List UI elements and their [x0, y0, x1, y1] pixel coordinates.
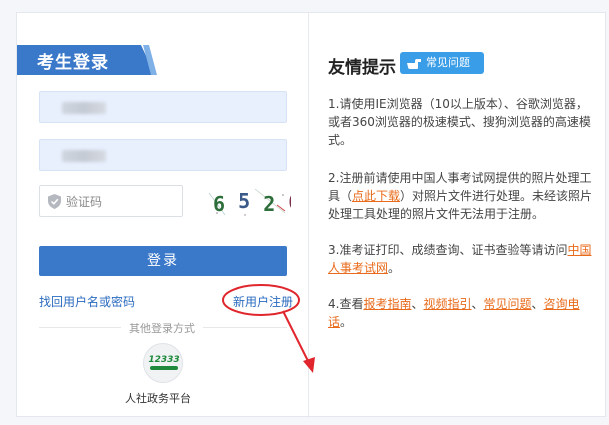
forgot-credentials-link[interactable]: 找回用户名或密码: [39, 293, 135, 310]
platform-label[interactable]: 人社政务平台: [125, 390, 191, 406]
captcha-input[interactable]: [66, 192, 176, 212]
tips-panel: 友情提示 常见问题 1.请使用IE浏览器（10以上版本）、谷歌浏览器，或者360…: [310, 13, 606, 418]
captcha-field[interactable]: [39, 185, 183, 217]
platform-logo-band: [150, 366, 178, 370]
page-background: 考生登录 验证码 6 5 2 登录 找回用户名或密码 新用户注册 其他登录方式 …: [0, 0, 609, 425]
login-button[interactable]: 登录: [39, 246, 287, 276]
tip-4-text-b: 。: [340, 315, 353, 329]
tip-1: 1.请使用IE浏览器（10以上版本）、谷歌浏览器，或者360浏览器的极速模式、搜…: [328, 97, 591, 147]
other-login-label: 其他登录方式: [121, 320, 203, 336]
captcha-image[interactable]: 6 5 2 6 9: [205, 185, 325, 219]
tip-3-text-a: 3.准考证打印、成绩查询、证书查验等请访问: [328, 243, 568, 257]
password-value-blurred: [62, 150, 106, 162]
platform-logo[interactable]: 12333: [143, 343, 183, 383]
faq-label: 常见问题: [426, 56, 470, 69]
tip-4-text-a: 4.查看: [328, 297, 364, 311]
captcha-char-4: 6: [288, 190, 291, 214]
login-card: 考生登录 验证码 6 5 2 登录 找回用户名或密码 新用户注册 其他登录方式 …: [16, 12, 606, 418]
exam-guide-link[interactable]: 报考指南: [363, 297, 411, 311]
shield-icon: [48, 194, 61, 213]
login-title-banner: 考生登录: [17, 45, 157, 75]
video-guide-link[interactable]: 视频指引: [423, 297, 471, 311]
captcha-char-1: 6: [213, 192, 225, 216]
username-field[interactable]: [39, 91, 287, 123]
faq-button[interactable]: 常见问题: [400, 52, 484, 74]
tip-2: 2.注册前请使用中国人事考试网提供的照片处理工具（点此下载）对照片文件进行处理。…: [328, 169, 598, 223]
captcha-char-3: 2: [263, 192, 275, 216]
password-field[interactable]: [39, 139, 287, 171]
tip-4-sep-3: 、: [531, 297, 544, 311]
captcha-char-2: 5: [238, 189, 250, 213]
faq-link[interactable]: 常见问题: [484, 297, 532, 311]
download-tool-link[interactable]: 点此下载: [352, 189, 400, 203]
username-value-blurred: [62, 102, 106, 114]
svg-text:6 5 2: 6 5 2 6 9: [213, 189, 291, 216]
tip-4-sep-1: 、: [411, 297, 424, 311]
login-title: 考生登录: [37, 53, 109, 73]
pointing-hand-icon: [406, 56, 422, 78]
tip-4: 4.查看报考指南、视频指引、常见问题、咨询电话。: [328, 295, 598, 331]
tip-3-text-b: 。: [388, 261, 401, 275]
tip-4-sep-2: 、: [471, 297, 484, 311]
tip-3: 3.准考证打印、成绩查询、证书查验等请访问中国人事考试网。: [328, 241, 598, 277]
tips-title: 友情提示: [328, 58, 396, 78]
platform-logo-text: 12333: [148, 355, 180, 365]
login-panel: 考生登录 验证码 6 5 2 登录 找回用户名或密码 新用户注册 其他登录方式 …: [17, 13, 325, 418]
